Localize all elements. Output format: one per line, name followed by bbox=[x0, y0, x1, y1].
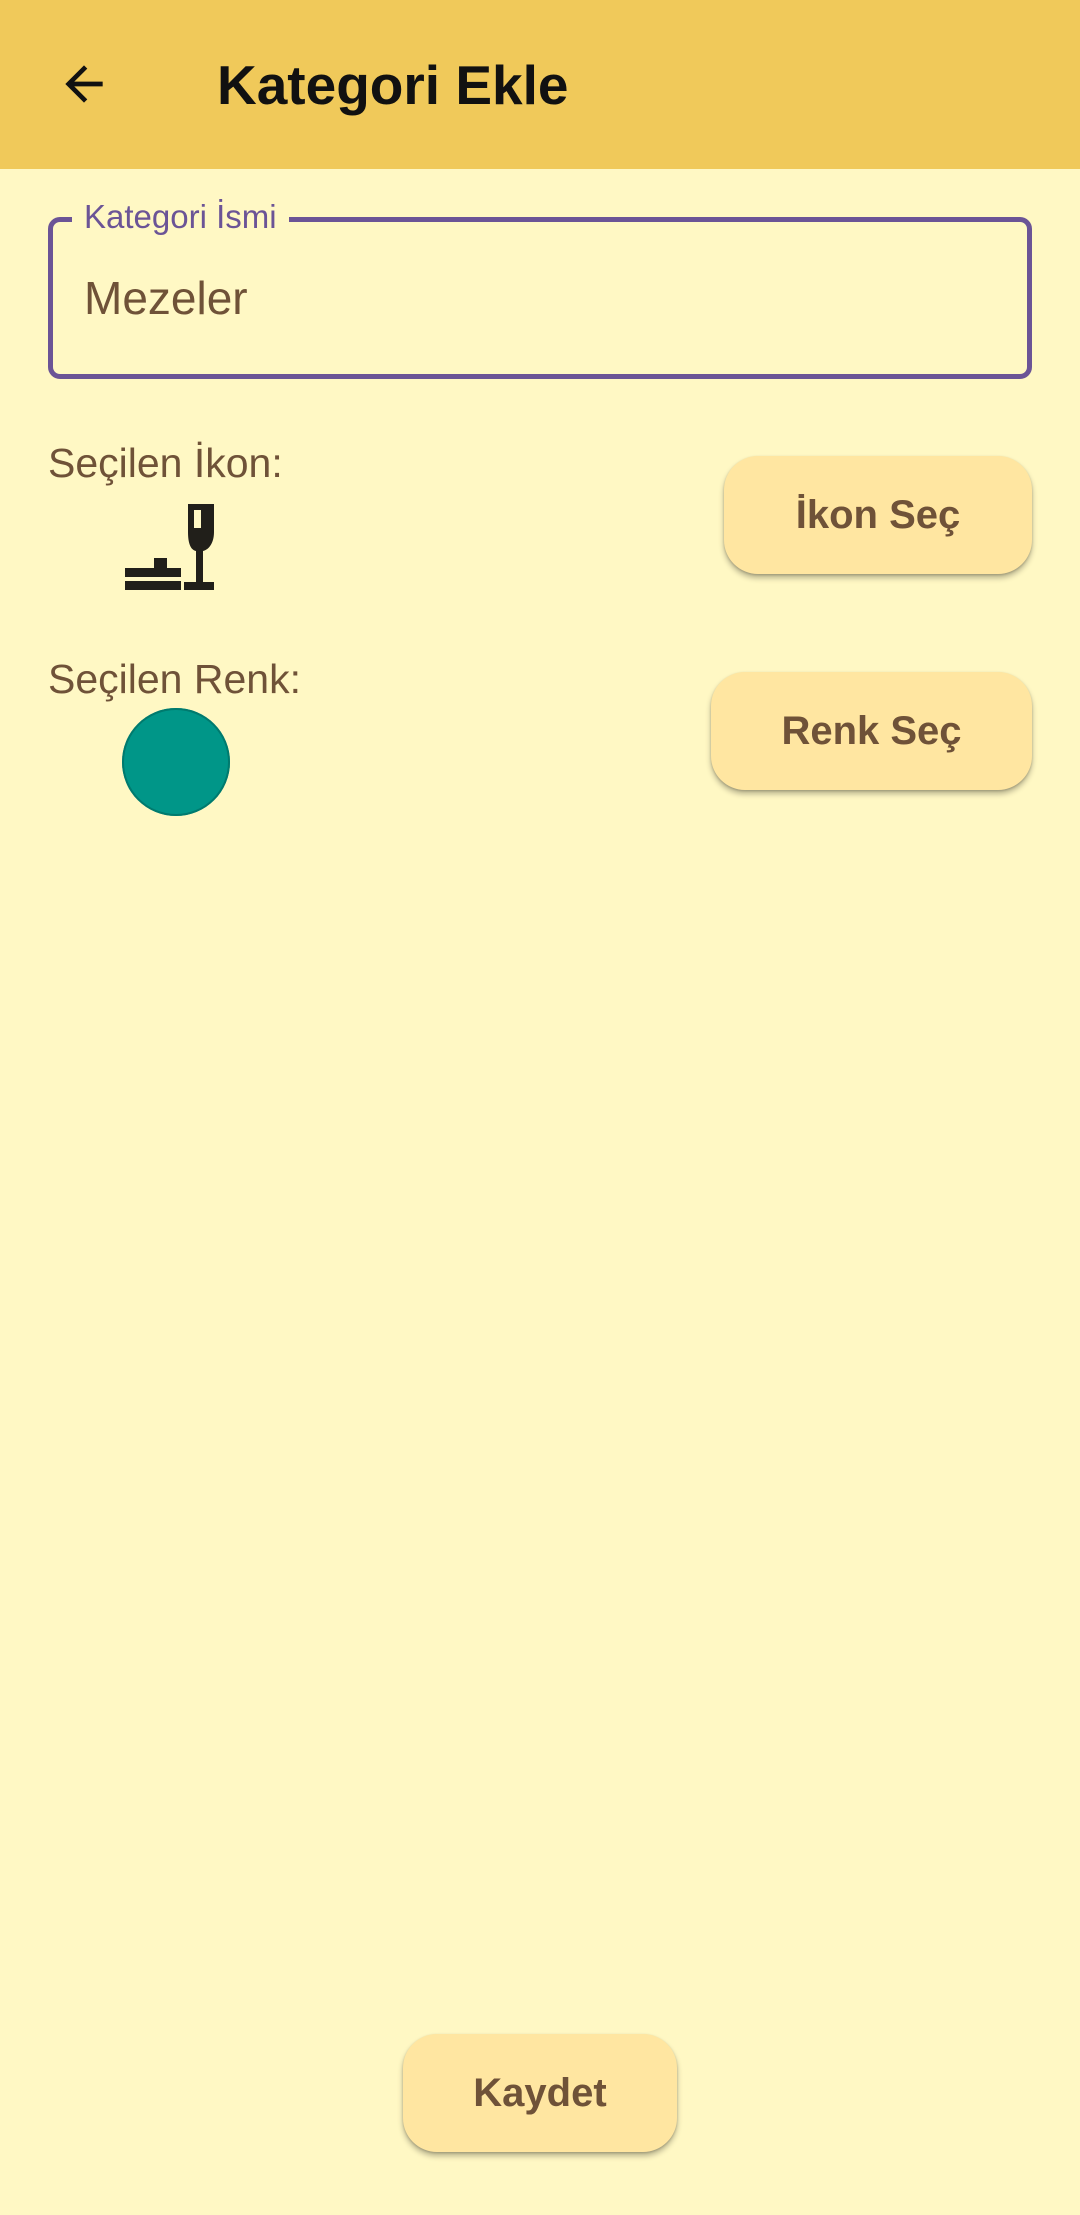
category-name-input[interactable] bbox=[84, 268, 1004, 328]
arrow-left-icon bbox=[65, 65, 103, 103]
select-icon-button[interactable]: İkon Seç bbox=[724, 456, 1032, 574]
save-button[interactable]: Kaydet bbox=[403, 2034, 677, 2152]
selected-icon-label: Seçilen İkon: bbox=[48, 440, 283, 486]
selected-color-label: Seçilen Renk: bbox=[48, 656, 301, 702]
page-title: Kategori Ekle bbox=[217, 54, 569, 116]
select-color-button[interactable]: Renk Seç bbox=[711, 672, 1032, 790]
category-name-label: Kategori İsmi bbox=[72, 196, 289, 238]
back-button[interactable] bbox=[42, 42, 126, 126]
selected-color-swatch bbox=[122, 708, 230, 816]
app-bar: Kategori Ekle bbox=[0, 0, 1080, 169]
dinner-dining-icon bbox=[122, 498, 218, 594]
